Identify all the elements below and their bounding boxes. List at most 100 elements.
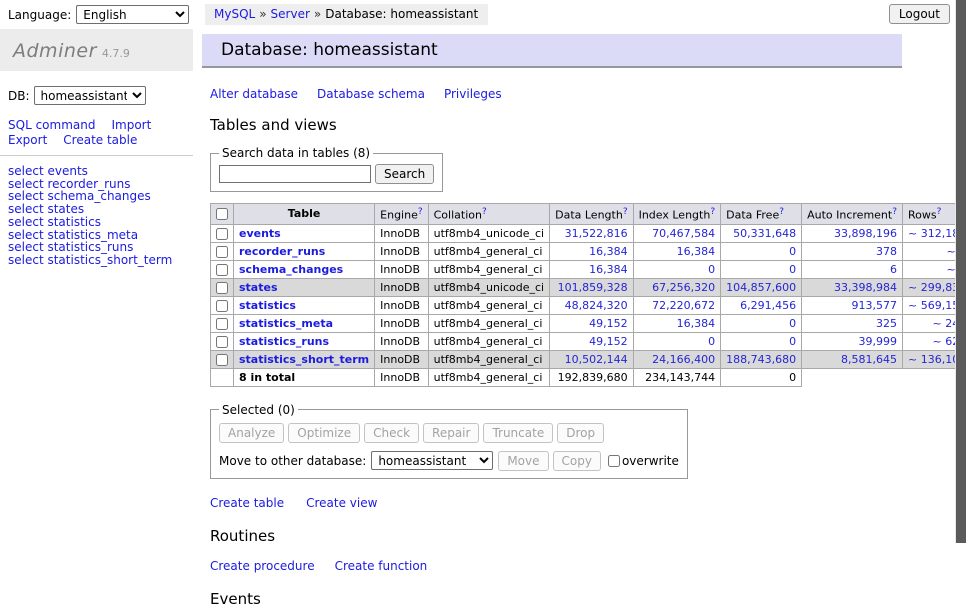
table-row: recorder_runsInnoDButf8mb4_general_ci16,… [211, 242, 966, 260]
column-header-collation: Collation? [428, 204, 549, 225]
data-free-cell: 0 [721, 260, 802, 278]
search-fieldset: Search data in tables (8) Search [210, 146, 443, 192]
help-link[interactable]: ? [623, 207, 628, 217]
data-length-cell: 10,502,144 [550, 350, 633, 368]
selected-fieldset: Selected (0) AnalyzeOptimizeCheckRepairT… [210, 403, 688, 479]
optimize-button[interactable]: Optimize [288, 423, 360, 443]
table-name-cell: events [234, 224, 375, 242]
link-create-view[interactable]: Create view [306, 496, 377, 510]
check-button[interactable]: Check [364, 423, 419, 443]
row-checkbox[interactable] [216, 300, 228, 312]
database-links: Alter database Database schema Privileges [210, 87, 902, 101]
engine-cell: InnoDB [375, 242, 428, 260]
data-free-cell: 0 [721, 314, 802, 332]
data-free-cell: 6,291,456 [721, 296, 802, 314]
table-name-link[interactable]: recorder_runs [239, 245, 325, 258]
sidebar-select-link[interactable]: select statistics_short_term [8, 253, 172, 267]
table-name-link[interactable]: statistics [239, 299, 296, 312]
auto-increment-cell: 6 [802, 260, 903, 278]
logout-button[interactable]: Logout [889, 4, 950, 24]
link-create-table[interactable]: Create table [210, 496, 284, 510]
data-length-cell: 101,859,328 [550, 278, 633, 296]
table-name-link[interactable]: statistics_meta [239, 317, 333, 330]
sidebar-link-sql-command[interactable]: SQL command [8, 118, 95, 132]
sidebar-action-line: SQL command Import [8, 118, 193, 133]
help-superscript: ? [482, 206, 487, 217]
breadcrumb-separator: » [259, 7, 266, 21]
vertical-scrollbar[interactable] [955, 0, 966, 543]
table-name-link[interactable]: schema_changes [239, 263, 343, 276]
search-button[interactable]: Search [375, 164, 434, 184]
table-row: statistics_metaInnoDButf8mb4_general_ci4… [211, 314, 966, 332]
data-length-cell: 31,522,816 [550, 224, 633, 242]
data-length-cell: 16,384 [550, 260, 633, 278]
truncate-button[interactable]: Truncate [483, 423, 553, 443]
sidebar-action-line: Export Create table [8, 133, 193, 148]
row-checkbox[interactable] [216, 264, 228, 276]
data-free-cell: 188,743,680 [721, 350, 802, 368]
table-name-link[interactable]: statistics_runs [239, 335, 329, 348]
column-header-index-length: Index Length? [633, 204, 721, 225]
row-checkbox-cell [211, 224, 234, 242]
sidebar-link-create-table[interactable]: Create table [63, 133, 137, 147]
auto-increment-cell: 39,999 [802, 332, 903, 350]
move-button[interactable]: Move [498, 451, 548, 471]
db-label: DB: [8, 89, 30, 103]
column-header-data-length: Data Length? [550, 204, 633, 225]
breadcrumb-mysql-link[interactable]: MySQL [214, 7, 255, 21]
sidebar-divider [0, 155, 193, 156]
drop-button[interactable]: Drop [557, 423, 604, 443]
overwrite-option: overwrite [608, 454, 679, 468]
help-link[interactable]: ? [418, 207, 423, 217]
sidebar-link-export[interactable]: Export [8, 133, 47, 147]
link-database-schema[interactable]: Database schema [317, 87, 425, 101]
data-free-cell: 0 [721, 242, 802, 260]
analyze-button[interactable]: Analyze [219, 423, 284, 443]
sidebar-link-import[interactable]: Import [111, 118, 151, 132]
overwrite-checkbox[interactable] [608, 455, 620, 467]
move-database-select[interactable]: homeassistant [371, 451, 493, 470]
table-name-link[interactable]: states [239, 281, 278, 294]
row-checkbox[interactable] [216, 282, 228, 294]
help-link[interactable]: ? [937, 207, 942, 217]
overwrite-label: overwrite [622, 454, 679, 468]
db-select[interactable]: homeassistant [34, 86, 146, 105]
row-checkbox[interactable] [216, 354, 228, 366]
index-length-cell: 0 [633, 332, 721, 350]
collation-cell: utf8mb4_general_ci [428, 260, 549, 278]
language-select[interactable]: English [76, 5, 189, 24]
column-header-data-free: Data Free? [721, 204, 802, 225]
row-checkbox[interactable] [216, 318, 228, 330]
link-create-procedure[interactable]: Create procedure [210, 559, 315, 573]
total-engine-cell: InnoDB [375, 368, 428, 386]
row-checkbox[interactable] [216, 336, 228, 348]
help-link[interactable]: ? [779, 207, 784, 217]
help-link[interactable]: ? [892, 207, 897, 217]
app-version: 4.7.9 [102, 47, 130, 60]
engine-cell: InnoDB [375, 260, 428, 278]
data-length-cell: 49,152 [550, 314, 633, 332]
table-name-link[interactable]: statistics_short_term [239, 353, 369, 366]
create-links: Create table Create view [210, 496, 902, 510]
breadcrumb-server-link[interactable]: Server [271, 7, 310, 21]
link-create-function[interactable]: Create function [335, 559, 428, 573]
table-name-cell: statistics_short_term [234, 350, 375, 368]
table-name-link[interactable]: events [239, 227, 281, 240]
move-label: Move to other database: [219, 454, 366, 468]
copy-button[interactable]: Copy [553, 451, 601, 471]
repair-button[interactable]: Repair [423, 423, 479, 443]
link-privileges[interactable]: Privileges [444, 87, 502, 101]
app-name: Adminer [13, 40, 97, 62]
language-label: Language: [8, 8, 71, 22]
row-checkbox[interactable] [216, 246, 228, 258]
row-checkbox[interactable] [216, 228, 228, 240]
total-index-length-cell: 234,143,744 [633, 368, 721, 386]
select-all-checkbox[interactable] [216, 208, 228, 220]
total-row: 8 in totalInnoDButf8mb4_general_ci192,83… [211, 368, 966, 386]
table-row: eventsInnoDButf8mb4_unicode_ci31,522,816… [211, 224, 966, 242]
help-link[interactable]: ? [482, 207, 487, 217]
search-input[interactable] [219, 165, 371, 183]
link-alter-database[interactable]: Alter database [210, 87, 298, 101]
table-name-cell: states [234, 278, 375, 296]
help-link[interactable]: ? [710, 207, 715, 217]
